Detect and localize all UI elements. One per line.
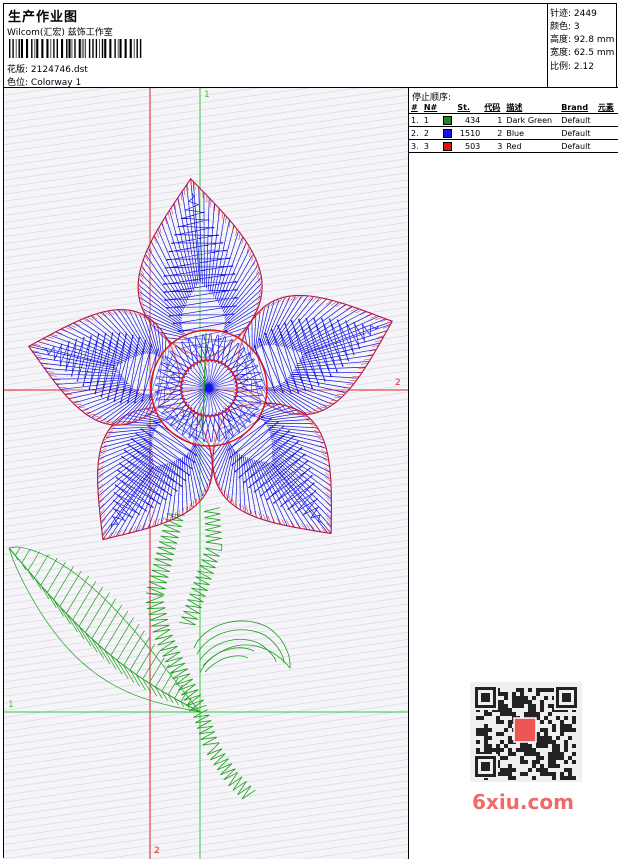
design-file-line: 花版: 2124746.dst [7, 62, 88, 75]
qr-code [470, 682, 582, 782]
colorway-line: 色位: Colorway 1 [7, 75, 81, 88]
design-preview: 1 2 2 1 [4, 88, 409, 859]
guide-label-v1: 1 [204, 90, 210, 100]
stat-stitches: 针迹: 2449 [550, 9, 597, 19]
header-stats: 针迹: 2449 颜色: 3 高度: 92.8 mm 宽度: 62.5 mm 比… [548, 4, 618, 88]
stop-sequence-table: # N# St. 代码 描述 Brand 元素 1. 1 434 1 Dark … [409, 101, 618, 153]
col-code: 代码 [482, 101, 505, 114]
flower-center [150, 329, 268, 447]
curl-stitches [193, 620, 291, 674]
design-file-value: 2124746.dst [30, 65, 88, 75]
color-swatch [443, 141, 453, 151]
embroidery-drawing [4, 88, 408, 859]
guide-label-h1: 1 [8, 700, 14, 710]
leaf-stitches [8, 546, 201, 713]
table-row: 1. 1 434 1 Dark Green Default [409, 113, 618, 127]
stem-stitches [145, 507, 256, 800]
page-title: 生产作业图 [8, 10, 79, 25]
color-swatch [443, 115, 453, 125]
col-brand: Brand [559, 101, 596, 114]
design-file-label: 花版: [7, 65, 29, 75]
table-header-row: # N# St. 代码 描述 Brand 元素 [409, 101, 618, 114]
table-row: 3. 3 503 3 Red Default [409, 139, 618, 153]
col-num: N# [421, 101, 442, 114]
stat-width: 宽度: 62.5 mm [550, 48, 615, 58]
col-swatch [441, 101, 456, 114]
col-desc: 描述 [504, 101, 560, 114]
stat-scale: 比例: 2.12 [550, 62, 594, 72]
stat-height: 高度: 92.8 mm [550, 35, 615, 45]
col-stitches: St. [455, 101, 483, 114]
header-left: 生产作业图 Wilcom(汇宏) 兹饰工作室 花版: 2124746.dst 色… [4, 4, 548, 88]
barcode [9, 39, 142, 58]
col-element: 元素 [595, 101, 618, 114]
guide-label-v2: 2 [154, 846, 160, 856]
guide-label-h2: 2 [395, 378, 401, 388]
stat-colors: 颜色: 3 [550, 22, 580, 32]
colorway-label: 色位: [7, 78, 29, 88]
col-index: # [409, 101, 422, 114]
color-swatch [443, 128, 453, 138]
watermark-logo: 6xiu.com [472, 790, 574, 814]
table-row: 2. 2 1510 2 Blue Default [409, 126, 618, 140]
colorway-value: Colorway 1 [30, 78, 82, 88]
company-name: Wilcom(汇宏) 兹饰工作室 [7, 28, 113, 38]
